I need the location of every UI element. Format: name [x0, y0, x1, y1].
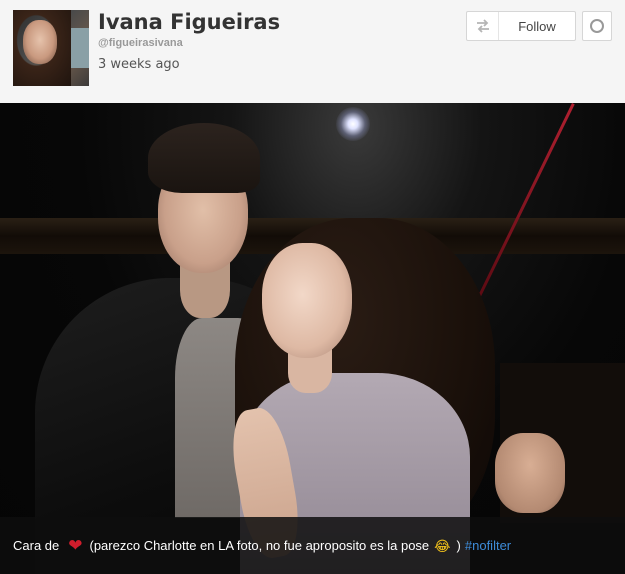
caption-close: ) — [456, 538, 461, 553]
laughing-emoji-icon: 😂 — [434, 537, 451, 554]
circle-icon — [590, 19, 604, 33]
post-timestamp: 3 weeks ago — [98, 57, 180, 72]
post-photo[interactable] — [0, 103, 625, 574]
swap-arrows-icon — [467, 12, 499, 40]
more-button[interactable] — [582, 11, 612, 41]
hashtag-link[interactable]: #nofilter — [465, 538, 511, 553]
photo-woman-face — [262, 243, 352, 358]
photo-hand — [495, 433, 565, 513]
follow-label: Follow — [518, 18, 556, 34]
post-header: Ivana Figueiras @figueirasivana 3 weeks … — [0, 0, 625, 103]
caption-text: (parezco Charlotte en LA foto, no fue ap… — [89, 538, 430, 553]
avatar-face — [23, 20, 57, 64]
profile-handle[interactable]: @figueirasivana — [98, 37, 183, 49]
heart-icon: ❤ — [68, 536, 83, 555]
profile-name[interactable]: Ivana Figueiras — [98, 10, 280, 34]
post-caption: Cara de ❤ (parezco Charlotte en LA foto,… — [0, 517, 625, 574]
photo-light — [336, 107, 370, 141]
photo-man-hair — [148, 123, 260, 193]
follow-button[interactable]: Follow — [466, 11, 576, 41]
caption-prefix: Cara de — [13, 538, 60, 553]
avatar[interactable] — [13, 10, 89, 86]
